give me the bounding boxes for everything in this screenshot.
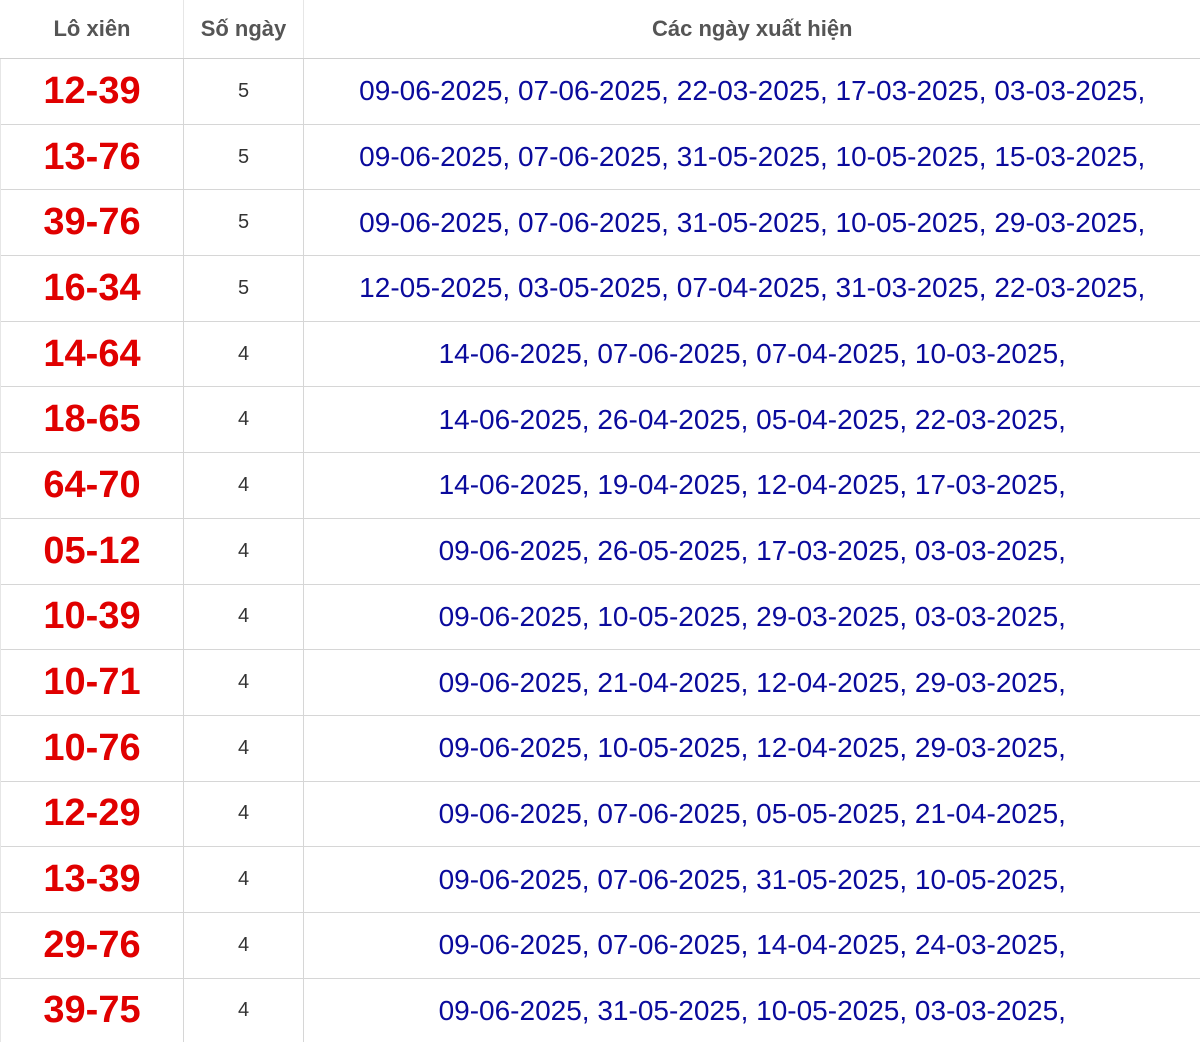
pair-cell: 05-12 bbox=[0, 517, 184, 584]
dates-cell: 09-06-2025, 07-06-2025, 31-05-2025, 10-0… bbox=[303, 123, 1200, 190]
table-row: 12-39 5 09-06-2025, 07-06-2025, 22-03-20… bbox=[0, 58, 1200, 125]
count-cell: 5 bbox=[183, 189, 304, 256]
dates-cell: 09-06-2025, 07-06-2025, 31-05-2025, 10-0… bbox=[303, 846, 1200, 913]
dates-cell: 09-06-2025, 31-05-2025, 10-05-2025, 03-0… bbox=[303, 977, 1200, 1042]
table-body: 12-39 5 09-06-2025, 07-06-2025, 22-03-20… bbox=[0, 58, 1200, 1042]
dates-cell: 14-06-2025, 07-06-2025, 07-04-2025, 10-0… bbox=[303, 320, 1200, 387]
count-cell: 5 bbox=[183, 123, 304, 190]
pair-cell: 13-76 bbox=[0, 123, 184, 190]
pair-cell: 18-65 bbox=[0, 386, 184, 453]
table-row: 10-71 4 09-06-2025, 21-04-2025, 12-04-20… bbox=[0, 649, 1200, 716]
count-cell: 4 bbox=[183, 452, 304, 519]
header-row: Lô xiên Số ngày Các ngày xuất hiện bbox=[0, 0, 1200, 59]
table-row: 14-64 4 14-06-2025, 07-06-2025, 07-04-20… bbox=[0, 320, 1200, 387]
table-row: 16-34 5 12-05-2025, 03-05-2025, 07-04-20… bbox=[0, 255, 1200, 322]
table-row: 64-70 4 14-06-2025, 19-04-2025, 12-04-20… bbox=[0, 452, 1200, 519]
pair-cell: 10-76 bbox=[0, 714, 184, 782]
table-row: 29-76 4 09-06-2025, 07-06-2025, 14-04-20… bbox=[0, 911, 1200, 979]
dates-cell: 09-06-2025, 10-05-2025, 12-04-2025, 29-0… bbox=[303, 714, 1200, 782]
table-row: 05-12 4 09-06-2025, 26-05-2025, 17-03-20… bbox=[0, 517, 1200, 584]
header-pair: Lô xiên bbox=[0, 0, 184, 59]
pair-cell: 29-76 bbox=[0, 911, 184, 979]
pair-cell: 39-75 bbox=[0, 977, 184, 1042]
pair-cell: 16-34 bbox=[0, 255, 184, 322]
pair-cell: 13-39 bbox=[0, 846, 184, 913]
dates-cell: 09-06-2025, 07-06-2025, 22-03-2025, 17-0… bbox=[303, 58, 1200, 125]
count-cell: 4 bbox=[183, 977, 304, 1042]
pair-cell: 10-39 bbox=[0, 583, 184, 650]
count-cell: 4 bbox=[183, 846, 304, 913]
count-cell: 4 bbox=[183, 649, 304, 716]
table-row: 10-39 4 09-06-2025, 10-05-2025, 29-03-20… bbox=[0, 583, 1200, 650]
count-cell: 4 bbox=[183, 583, 304, 650]
lottery-pair-table: Lô xiên Số ngày Các ngày xuất hiện 12-39… bbox=[0, 0, 1200, 1042]
dates-cell: 09-06-2025, 07-06-2025, 31-05-2025, 10-0… bbox=[303, 189, 1200, 256]
table-row: 10-76 4 09-06-2025, 10-05-2025, 12-04-20… bbox=[0, 714, 1200, 782]
count-cell: 4 bbox=[183, 714, 304, 782]
count-cell: 4 bbox=[183, 386, 304, 453]
table-header: Lô xiên Số ngày Các ngày xuất hiện bbox=[0, 0, 1200, 59]
dates-cell: 09-06-2025, 21-04-2025, 12-04-2025, 29-0… bbox=[303, 649, 1200, 716]
pair-cell: 39-76 bbox=[0, 189, 184, 256]
count-cell: 4 bbox=[183, 911, 304, 979]
table-row: 18-65 4 14-06-2025, 26-04-2025, 05-04-20… bbox=[0, 386, 1200, 453]
pair-cell: 14-64 bbox=[0, 320, 184, 387]
table-row: 13-39 4 09-06-2025, 07-06-2025, 31-05-20… bbox=[0, 846, 1200, 913]
pair-cell: 12-39 bbox=[0, 58, 184, 125]
pair-cell: 10-71 bbox=[0, 649, 184, 716]
count-cell: 5 bbox=[183, 58, 304, 125]
count-cell: 4 bbox=[183, 517, 304, 584]
table-row: 39-75 4 09-06-2025, 31-05-2025, 10-05-20… bbox=[0, 977, 1200, 1042]
pair-cell: 64-70 bbox=[0, 452, 184, 519]
dates-cell: 14-06-2025, 26-04-2025, 05-04-2025, 22-0… bbox=[303, 386, 1200, 453]
dates-cell: 09-06-2025, 07-06-2025, 14-04-2025, 24-0… bbox=[303, 911, 1200, 979]
count-cell: 5 bbox=[183, 255, 304, 322]
dates-cell: 09-06-2025, 10-05-2025, 29-03-2025, 03-0… bbox=[303, 583, 1200, 650]
pair-cell: 12-29 bbox=[0, 780, 184, 847]
dates-cell: 12-05-2025, 03-05-2025, 07-04-2025, 31-0… bbox=[303, 255, 1200, 322]
count-cell: 4 bbox=[183, 320, 304, 387]
header-count: Số ngày bbox=[183, 0, 304, 59]
lottery-pair-table-container: Lô xiên Số ngày Các ngày xuất hiện 12-39… bbox=[0, 0, 1200, 1042]
dates-cell: 09-06-2025, 26-05-2025, 17-03-2025, 03-0… bbox=[303, 517, 1200, 584]
table-row: 39-76 5 09-06-2025, 07-06-2025, 31-05-20… bbox=[0, 189, 1200, 256]
dates-cell: 09-06-2025, 07-06-2025, 05-05-2025, 21-0… bbox=[303, 780, 1200, 847]
count-cell: 4 bbox=[183, 780, 304, 847]
header-dates: Các ngày xuất hiện bbox=[303, 0, 1200, 59]
dates-cell: 14-06-2025, 19-04-2025, 12-04-2025, 17-0… bbox=[303, 452, 1200, 519]
table-row: 13-76 5 09-06-2025, 07-06-2025, 31-05-20… bbox=[0, 123, 1200, 190]
table-row: 12-29 4 09-06-2025, 07-06-2025, 05-05-20… bbox=[0, 780, 1200, 847]
